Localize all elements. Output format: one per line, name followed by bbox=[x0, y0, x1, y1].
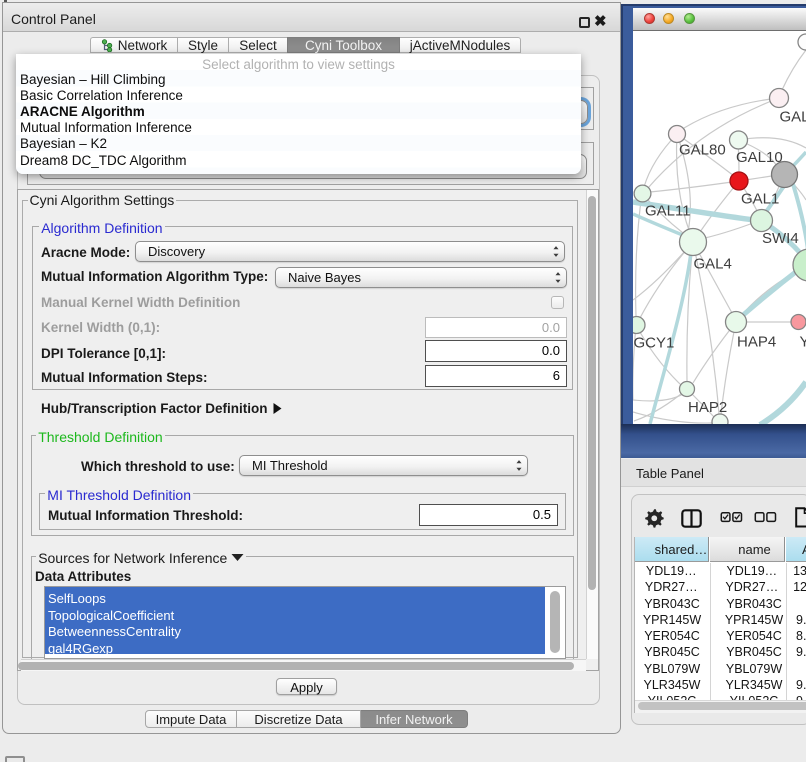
svg-text:GAL7: GAL7 bbox=[780, 109, 806, 126]
svg-text:HAP2: HAP2 bbox=[688, 399, 727, 416]
svg-text:GAL10: GAL10 bbox=[736, 149, 783, 166]
svg-text:HAP4: HAP4 bbox=[737, 334, 776, 351]
svg-text:GAL80: GAL80 bbox=[679, 142, 726, 159]
svg-text:SWI4: SWI4 bbox=[762, 230, 799, 247]
svg-text:GAL4: GAL4 bbox=[694, 256, 732, 273]
svg-text:GCY1: GCY1 bbox=[634, 335, 675, 352]
svg-text:GAL1: GAL1 bbox=[741, 191, 779, 208]
svg-text:GAL11: GAL11 bbox=[645, 203, 691, 220]
svg-text:YEL: YEL bbox=[800, 334, 806, 351]
